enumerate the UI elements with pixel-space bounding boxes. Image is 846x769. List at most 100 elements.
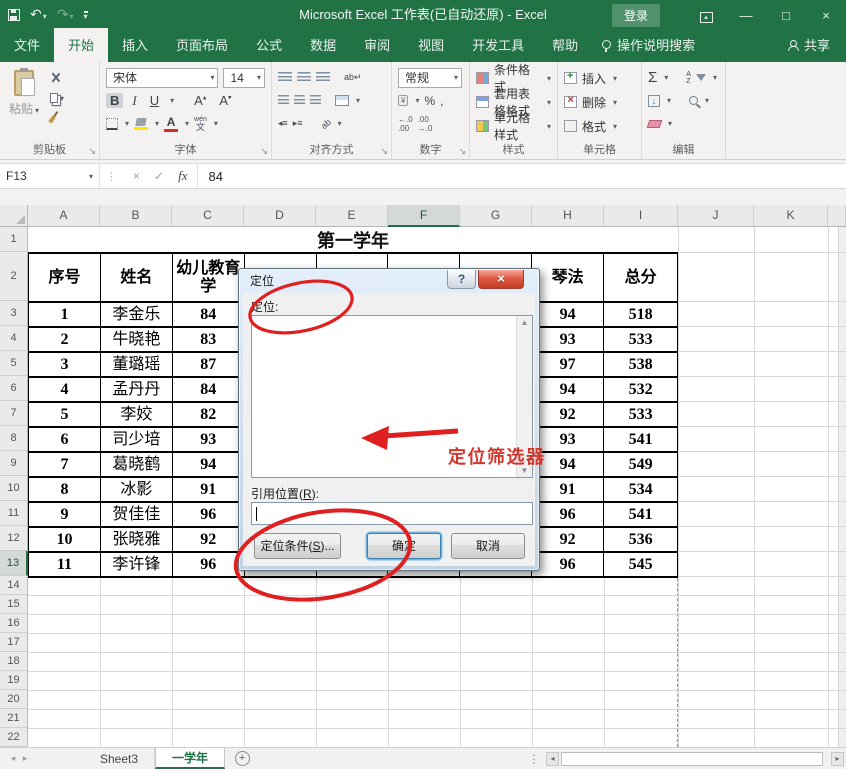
font-size-select[interactable]: 14▾ [223,68,265,88]
wrap-text-icon[interactable]: ab↵ [344,72,362,83]
table-cell[interactable]: 541 [604,428,678,453]
close-button[interactable]: × [806,8,846,23]
column-header-A[interactable]: A [28,205,100,227]
align-bottom-icon[interactable] [316,72,330,83]
next-sheet-icon[interactable]: ▸ [12,748,38,769]
number-format-select[interactable]: 常规▾ [398,68,462,88]
table-cell[interactable]: 李姣 [101,403,173,428]
goto-dialog-titlebar[interactable]: 定位 ? × [239,269,539,293]
font-color-button[interactable]: A [164,116,178,132]
tab-splitter-handle[interactable]: ⋮ [522,748,546,769]
italic-button[interactable]: I [128,93,140,108]
alignment-dialog-launcher-icon[interactable]: ↘ [380,146,388,157]
percent-style-icon[interactable]: % [424,94,435,108]
row-header-20[interactable]: 20 [0,690,28,709]
table-cell[interactable]: 牛晓艳 [101,328,173,353]
table-cell[interactable]: 96 [532,553,604,578]
table-cell[interactable]: 84 [173,378,245,403]
table-cell[interactable]: 贺佳佳 [101,503,173,528]
table-cell[interactable]: 葛晓鹤 [101,453,173,478]
sheet-tab-1[interactable]: 一学年 [155,748,225,769]
accounting-format-icon[interactable]: ¥ [398,95,408,106]
table-cell[interactable]: 549 [604,453,678,478]
row-header-16[interactable]: 16 [0,614,28,633]
table-cell[interactable]: 93 [532,428,604,453]
row-header-22[interactable]: 22 [0,728,28,747]
row-header-17[interactable]: 17 [0,633,28,652]
table-cell[interactable]: 8 [29,478,101,503]
table-cell[interactable]: 536 [604,528,678,553]
cell-styles-button[interactable]: 单元格样式▾ [470,114,557,138]
ribbon-tab-5[interactable]: 数据 [296,28,350,62]
table-cell[interactable]: 2 [29,328,101,353]
column-header-C[interactable]: C [172,205,244,227]
align-middle-icon[interactable] [297,72,311,83]
format-painter-button[interactable] [48,110,66,128]
decrease-decimal-icon[interactable]: .00→.0 [418,115,433,133]
table-cell[interactable]: 11 [29,553,101,578]
table-cell[interactable]: 1 [29,303,101,328]
table-cell[interactable]: 533 [604,328,678,353]
table-cell[interactable]: 92 [173,528,245,553]
row-header-14[interactable]: 14 [0,576,28,595]
spreadsheet-grid[interactable]: 第一学年 序号姓名幼儿教育学自然科学儿童文学琴法总分1李金乐84945182牛晓… [0,205,846,747]
decrease-font-size-button[interactable]: A▾ [215,93,235,108]
ribbon-tab-9[interactable]: 帮助 [538,28,592,62]
table-cell[interactable]: 538 [604,353,678,378]
number-dialog-launcher-icon[interactable]: ↘ [458,146,466,157]
ribbon-tab-3[interactable]: 页面布局 [162,28,242,62]
insert-function-icon[interactable]: fx [178,168,187,184]
copy-button[interactable]: ▾ [48,89,66,107]
row-header-2[interactable]: 2 [0,252,28,301]
table-cell[interactable]: 87 [173,353,245,378]
insert-cells-button[interactable]: 插入▾ [558,66,641,90]
autosum-button[interactable]: Σ [648,70,657,85]
table-cell[interactable]: 7 [29,453,101,478]
scroll-down-icon[interactable]: ▼ [521,466,529,475]
sort-filter-button[interactable]: AZ [686,71,691,85]
row-header-8[interactable]: 8 [0,426,28,451]
comma-style-icon[interactable]: , [440,94,443,108]
row-header-10[interactable]: 10 [0,476,28,501]
table-cell[interactable]: 83 [173,328,245,353]
row-header-13[interactable]: 13 [0,551,28,576]
table-cell[interactable]: 93 [532,328,604,353]
row-header-7[interactable]: 7 [0,401,28,426]
goto-special-button[interactable]: 定位条件(S)... [254,533,341,559]
row-header-21[interactable]: 21 [0,709,28,728]
ribbon-tab-2[interactable]: 插入 [108,28,162,62]
row-header-3[interactable]: 3 [0,301,28,326]
column-header-K[interactable]: K [754,205,828,227]
table-cell[interactable]: 92 [532,528,604,553]
table-header-cell[interactable]: 姓名 [101,254,173,303]
table-cell[interactable]: 84 [173,303,245,328]
sheet-tab-0[interactable]: Sheet3 [84,748,155,769]
scrollbar-thumb[interactable] [561,752,823,766]
reference-input[interactable] [251,502,533,525]
table-cell[interactable]: 92 [532,403,604,428]
table-cell[interactable]: 91 [532,478,604,503]
find-select-button[interactable] [689,96,698,105]
table-cell[interactable]: 董璐瑶 [101,353,173,378]
ribbon-tab-0[interactable]: 文件 [0,28,54,62]
ribbon-tab-1[interactable]: 开始 [54,28,108,62]
column-header-B[interactable]: B [100,205,172,227]
underline-button[interactable]: U [146,93,163,108]
table-cell[interactable]: 李金乐 [101,303,173,328]
cancel-entry-icon[interactable]: × [133,169,140,183]
paste-button[interactable]: 粘贴▾ [0,66,48,139]
ribbon-tab-4[interactable]: 公式 [242,28,296,62]
table-cell[interactable]: 534 [604,478,678,503]
ribbon-tab-7[interactable]: 视图 [404,28,458,62]
clipboard-dialog-launcher-icon[interactable]: ↘ [88,146,96,157]
column-header-G[interactable]: G [460,205,532,227]
row-header-1[interactable]: 1 [0,227,28,252]
formula-bar-handle[interactable]: ⋮ [100,170,123,183]
select-all-corner[interactable] [0,205,28,227]
row-header-9[interactable]: 9 [0,451,28,476]
increase-decimal-icon[interactable]: ←.0.00 [398,115,413,133]
table-cell[interactable]: 94 [532,453,604,478]
minimize-button[interactable]: — [726,8,766,23]
row-header-18[interactable]: 18 [0,652,28,671]
font-name-select[interactable]: 宋体▾ [106,68,218,88]
